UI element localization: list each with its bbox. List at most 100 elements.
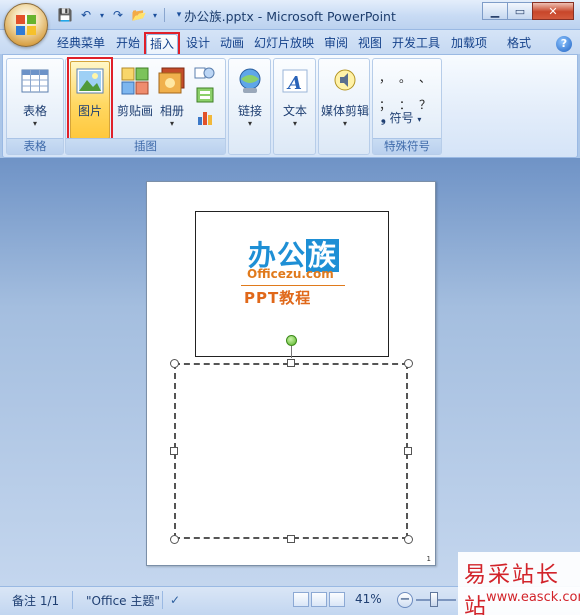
shapes-button[interactable] bbox=[194, 65, 218, 83]
slide-canvas[interactable]: 办公族 Officezu.com PPT教程 1 bbox=[146, 181, 436, 566]
clipart-button[interactable]: 剪贴画 bbox=[115, 66, 155, 119]
chart-button[interactable] bbox=[196, 109, 216, 125]
album-button[interactable]: 相册 ▾ bbox=[154, 66, 190, 128]
logo-divider bbox=[241, 285, 345, 286]
ribbon-tabs: 经典菜单 开始 插入 设计 动画 幻灯片放映 审阅 视图 开发工具 加载项 格式… bbox=[0, 30, 580, 56]
media-clip-button[interactable]: 媒体剪辑 ▾ bbox=[320, 66, 370, 128]
slideshow-view-button[interactable] bbox=[329, 592, 345, 607]
group-media: 媒体剪辑 ▾ bbox=[318, 58, 370, 155]
resize-handle-bottom[interactable] bbox=[287, 535, 295, 543]
tab-classic-menu[interactable]: 经典菜单 bbox=[54, 34, 108, 54]
slide-sorter-view-button[interactable] bbox=[311, 592, 327, 607]
resize-handle-right[interactable] bbox=[404, 447, 412, 455]
dropdown-arrow-icon: ▾ bbox=[292, 119, 297, 128]
symbol-button-label: 符号 bbox=[389, 111, 414, 125]
text-button[interactable]: A 文本 ▾ bbox=[276, 66, 314, 128]
logo-url: Officezu.com bbox=[247, 267, 334, 281]
group-label-table: 表格 bbox=[7, 138, 63, 154]
symbol-comma[interactable]: ， bbox=[379, 69, 399, 86]
tab-label: 格式 bbox=[506, 36, 531, 50]
text-a-icon: A bbox=[282, 69, 308, 94]
picture-highlight bbox=[67, 57, 113, 141]
content-placeholder[interactable] bbox=[174, 363, 408, 539]
tab-label: 幻灯片放映 bbox=[253, 36, 314, 50]
resize-handle-top-left[interactable] bbox=[170, 359, 179, 368]
tab-insert-highlight bbox=[144, 32, 180, 56]
clipart-icon bbox=[121, 67, 149, 95]
smartart-icon bbox=[196, 87, 214, 103]
group-label-illustrations: 插图 bbox=[66, 138, 225, 154]
symbol-button[interactable]: ❟ 符号 ▾ bbox=[381, 109, 421, 126]
close-button[interactable]: ✕ bbox=[532, 2, 574, 20]
symbol-period[interactable]: 。 bbox=[399, 69, 419, 86]
tab-design[interactable]: 设计 bbox=[182, 34, 214, 54]
tab-label: 审阅 bbox=[323, 36, 348, 50]
media-clip-button-label: 媒体剪辑 bbox=[320, 104, 369, 118]
links-button[interactable]: 链接 ▾ bbox=[231, 66, 269, 128]
table-icon bbox=[21, 69, 49, 93]
dropdown-arrow-icon: ▾ bbox=[342, 119, 347, 128]
tab-view[interactable]: 视图 bbox=[354, 34, 386, 54]
dropdown-arrow-icon: ▾ bbox=[417, 115, 422, 124]
resize-handle-bottom-right[interactable] bbox=[404, 535, 413, 544]
group-text: A 文本 ▾ bbox=[273, 58, 316, 155]
rotation-handle[interactable] bbox=[286, 335, 297, 346]
tab-label: 开发工具 bbox=[391, 36, 440, 50]
svg-text:A: A bbox=[286, 73, 302, 94]
clipart-button-label: 剪贴画 bbox=[116, 104, 153, 118]
tab-label: 视图 bbox=[357, 36, 382, 50]
tab-insert[interactable]: 插入 bbox=[144, 32, 180, 56]
zoom-out-button[interactable]: − bbox=[397, 592, 413, 608]
dropdown-arrow-icon: ▾ bbox=[32, 119, 37, 128]
rotation-stem bbox=[291, 346, 292, 358]
symbol-grid: ， 。 、 ； ： ？ bbox=[379, 69, 439, 113]
tab-addins[interactable]: 加载项 bbox=[447, 34, 491, 54]
tab-format[interactable]: 格式 bbox=[500, 34, 538, 54]
album-button-label: 相册 bbox=[159, 104, 184, 118]
dropdown-arrow-icon: ▾ bbox=[247, 119, 252, 128]
symbol-enum-comma[interactable]: 、 bbox=[419, 69, 439, 86]
resize-handle-top-right[interactable] bbox=[404, 359, 413, 368]
text-button-label: 文本 bbox=[282, 104, 307, 118]
normal-view-button[interactable] bbox=[293, 592, 309, 607]
slide-workspace: 办公族 Officezu.com PPT教程 1 bbox=[0, 158, 580, 586]
office-button[interactable] bbox=[4, 3, 48, 47]
group-links: 链接 ▾ bbox=[228, 58, 271, 155]
ribbon: 表格 ▾ 表格 图片 剪贴画 相册 ▾ 插图 链接 ▾ A 文本 ▾ 媒体剪辑 … bbox=[2, 54, 578, 158]
zoom-slider-thumb[interactable] bbox=[430, 592, 438, 607]
tab-label: 设计 bbox=[185, 36, 210, 50]
smartart-button[interactable] bbox=[196, 87, 216, 103]
tab-slideshow[interactable]: 幻灯片放映 bbox=[251, 34, 317, 54]
window-controls: ▁ ▭ ✕ bbox=[482, 2, 574, 20]
watermark-cn: 易采站长站 bbox=[464, 563, 561, 615]
table-button[interactable]: 表格 ▾ bbox=[15, 66, 55, 128]
link-globe-icon bbox=[239, 68, 261, 93]
theme-name[interactable]: "Office 主题" bbox=[86, 592, 160, 609]
symbol-question[interactable]: ？ bbox=[419, 96, 439, 113]
media-speaker-icon bbox=[334, 69, 356, 91]
tab-home[interactable]: 开始 bbox=[112, 34, 144, 54]
tab-label: 开始 bbox=[115, 36, 140, 50]
slide-info: 备注 1/1 bbox=[12, 594, 60, 608]
minimize-button[interactable]: ▁ bbox=[482, 2, 508, 20]
watermark-en: www.easck.com bbox=[486, 590, 580, 605]
site-watermark: 易采站长站 www.easck.com bbox=[458, 552, 580, 615]
resize-handle-left[interactable] bbox=[170, 447, 178, 455]
title-bar: 💾 ↶ ▾ ↷ 📂 ▾ ▾ 办公族.pptx - Microsoft Power… bbox=[0, 0, 580, 30]
zoom-level[interactable]: 41% bbox=[355, 592, 382, 606]
resize-handle-top[interactable] bbox=[287, 359, 295, 367]
spell-check-icon[interactable]: ✓ bbox=[170, 593, 186, 607]
slide-page-number: 1 bbox=[426, 555, 431, 563]
symbol-comma-icon: ❟ bbox=[381, 111, 386, 125]
office-logo-icon bbox=[16, 15, 36, 35]
maximize-button[interactable]: ▭ bbox=[507, 2, 533, 20]
resize-handle-bottom-left[interactable] bbox=[170, 535, 179, 544]
status-separator bbox=[162, 591, 163, 609]
table-button-label: 表格 bbox=[22, 104, 47, 118]
tab-label: 动画 bbox=[219, 36, 244, 50]
tab-label: 经典菜单 bbox=[56, 36, 105, 50]
tab-developer[interactable]: 开发工具 bbox=[388, 34, 444, 54]
tab-review[interactable]: 审阅 bbox=[320, 34, 352, 54]
tab-animation[interactable]: 动画 bbox=[216, 34, 248, 54]
help-icon[interactable]: ? bbox=[556, 36, 572, 52]
